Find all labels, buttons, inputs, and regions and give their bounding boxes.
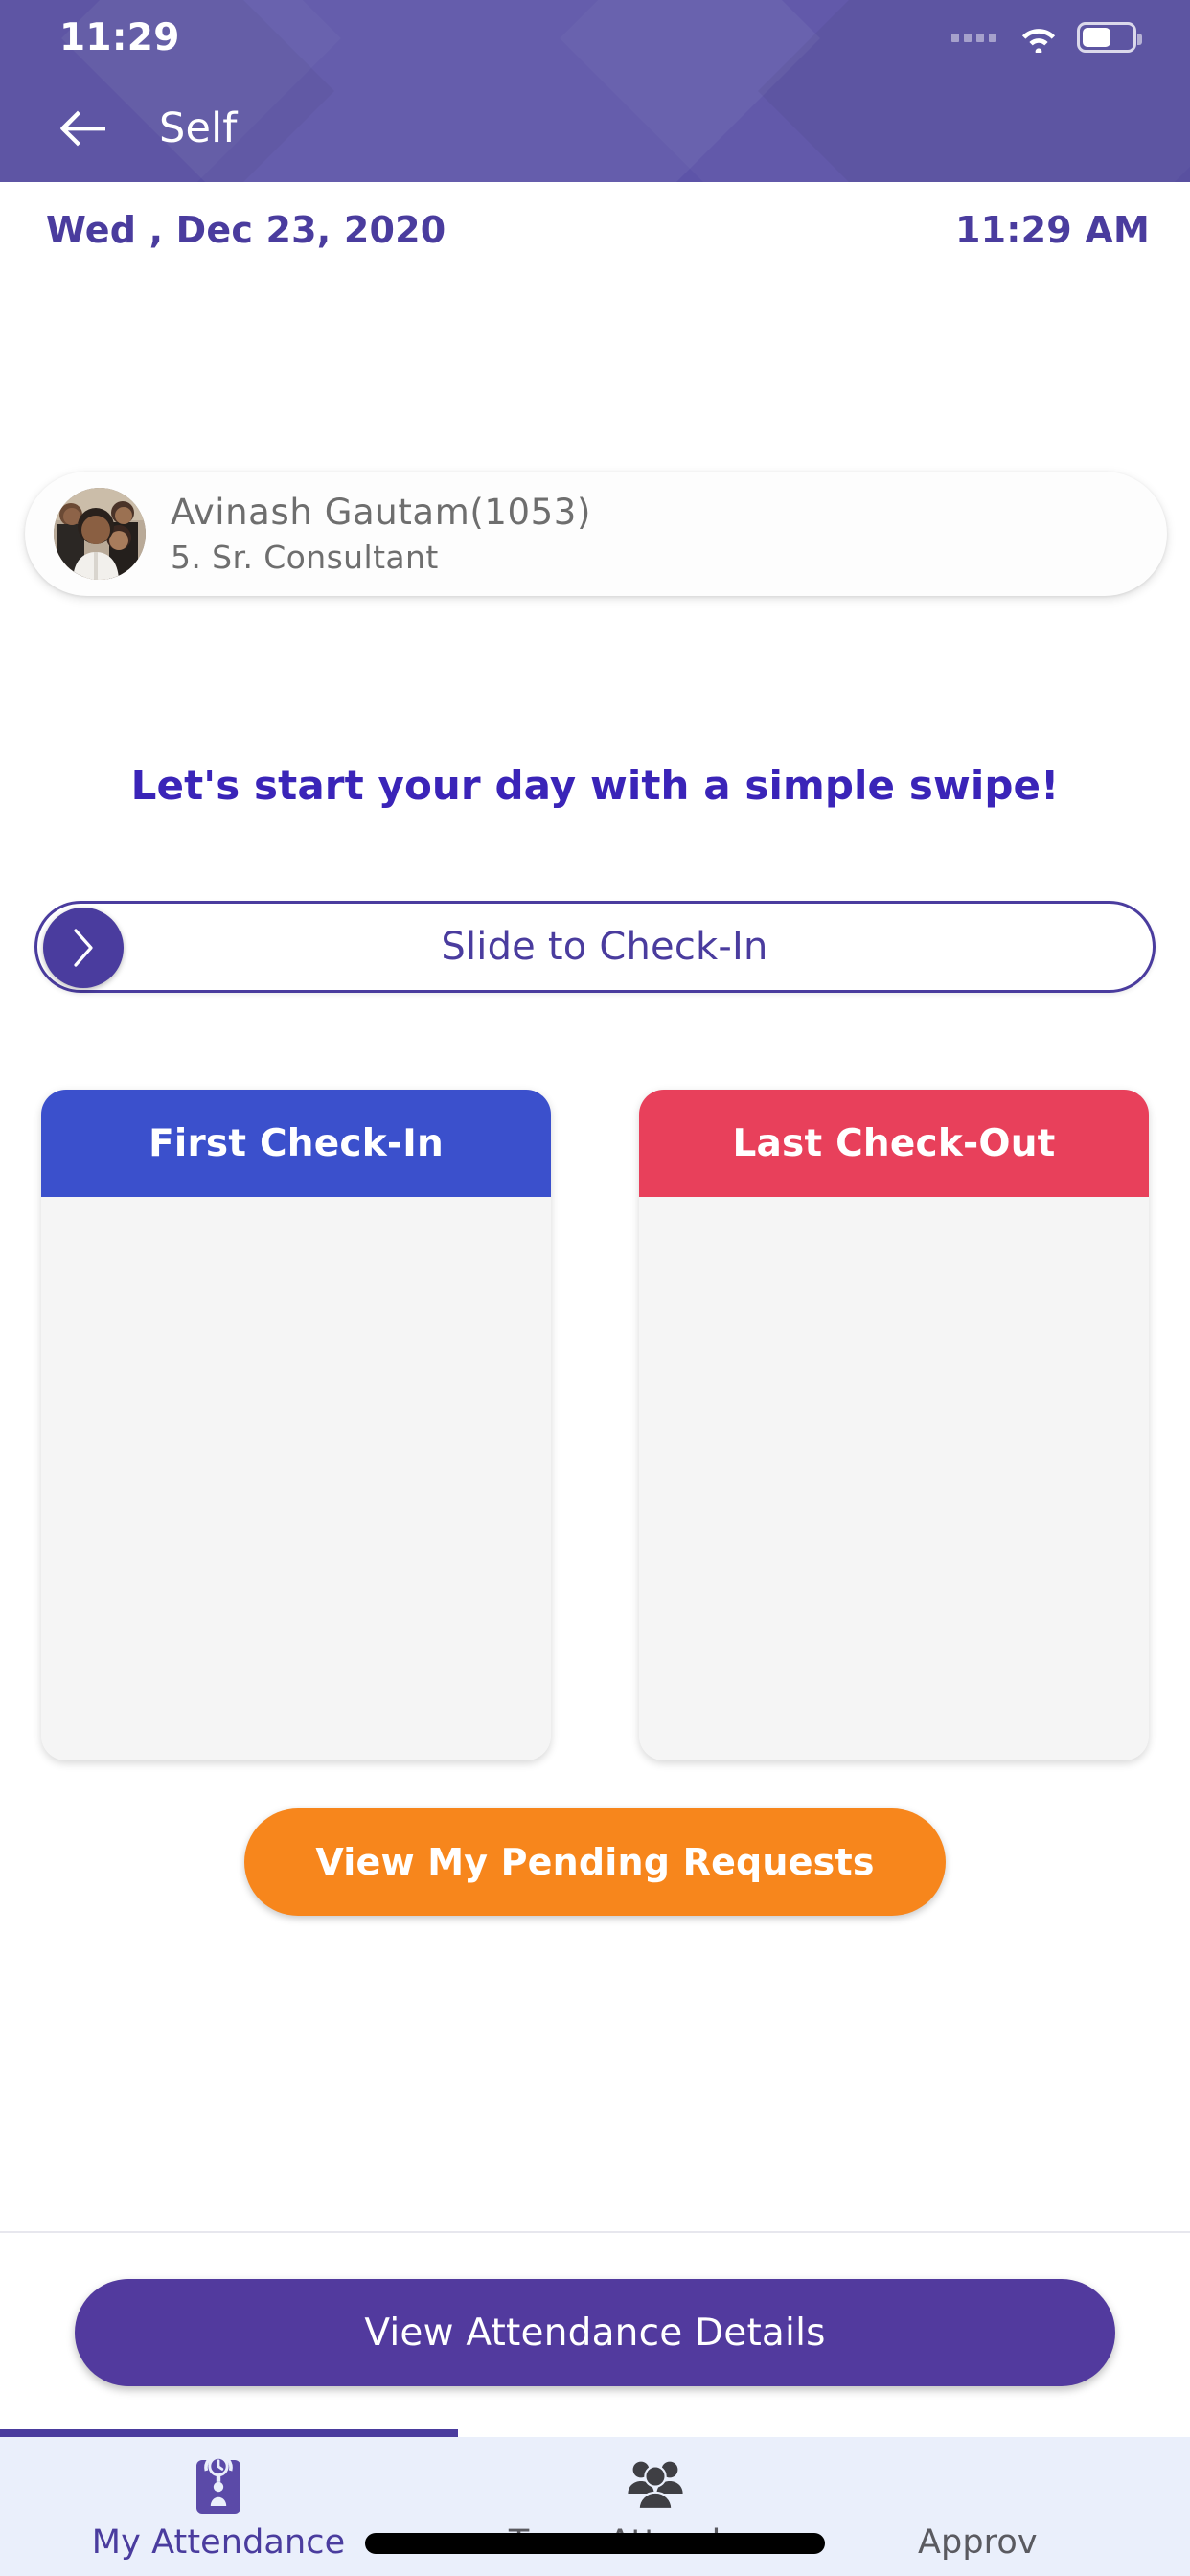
battery-icon	[1077, 22, 1142, 53]
nav-tab-label: My Attendance	[91, 2522, 346, 2562]
avatar	[54, 488, 146, 580]
date-time-row: Wed , Dec 23, 2020 11:29 AM	[0, 182, 1190, 278]
home-indicator[interactable]	[365, 2533, 825, 2554]
nav-tab-label: Approv	[918, 2522, 1038, 2562]
signal-dots-icon	[951, 33, 996, 42]
profile-text: Avinash Gautam(1053) 5. Sr. Consultant	[171, 492, 591, 576]
status-bar-clock: 11:29	[59, 15, 180, 59]
last-check-out-card[interactable]: Last Check-Out	[639, 1090, 1149, 1760]
chevron-right-icon	[74, 929, 93, 967]
back-button[interactable]	[38, 84, 126, 172]
app-screen: 11:29 Self Wed , Dec 23, 2020 11:29 AM A…	[0, 0, 1190, 2576]
back-arrow-icon	[60, 110, 105, 147]
bottom-navigation: My Attendance Team Attendance Approv	[0, 2437, 1190, 2576]
slider-label: Slide to Check-In	[441, 925, 768, 969]
view-attendance-details-button[interactable]: View Attendance Details	[75, 2279, 1115, 2386]
check-cards: First Check-In Last Check-Out	[0, 1090, 1190, 1760]
nav-tab-team-attendance[interactable]: Team Attendance	[437, 2437, 874, 2576]
first-check-in-value	[41, 1197, 551, 1760]
nav-tab-my-attendance[interactable]: My Attendance	[0, 2437, 437, 2576]
slide-to-check-in[interactable]: Slide to Check-In	[34, 901, 1156, 993]
view-pending-requests-button[interactable]: View My Pending Requests	[244, 1808, 946, 1916]
last-check-out-value	[639, 1197, 1149, 1760]
profile-name: Avinash Gautam(1053)	[171, 492, 591, 533]
status-bar: 11:29	[0, 0, 1190, 75]
profile-card[interactable]: Avinash Gautam(1053) 5. Sr. Consultant	[25, 472, 1167, 596]
last-check-out-title: Last Check-Out	[639, 1090, 1149, 1197]
current-date: Wed , Dec 23, 2020	[46, 209, 446, 251]
swipe-heading: Let's start your day with a simple swipe…	[130, 762, 1060, 809]
page-title: Self	[159, 104, 238, 152]
profile-role: 5. Sr. Consultant	[171, 539, 439, 576]
people-group-icon	[626, 2452, 685, 2516]
first-check-in-title: First Check-In	[41, 1090, 551, 1197]
status-bar-indicators	[951, 22, 1142, 53]
active-tab-indicator	[0, 2429, 458, 2437]
slider-knob[interactable]	[43, 908, 124, 988]
first-check-in-card[interactable]: First Check-In	[41, 1090, 551, 1760]
avatar-photo	[54, 488, 146, 580]
section-divider	[0, 2231, 1190, 2233]
current-time: 11:29 AM	[954, 209, 1150, 251]
attendance-clock-badge-icon	[191, 2452, 246, 2516]
nav-tab-approvals[interactable]: Approv	[874, 2437, 1190, 2576]
wifi-icon	[1021, 29, 1056, 53]
app-bar: Self	[0, 75, 1190, 182]
app-header: 11:29 Self	[0, 0, 1190, 182]
